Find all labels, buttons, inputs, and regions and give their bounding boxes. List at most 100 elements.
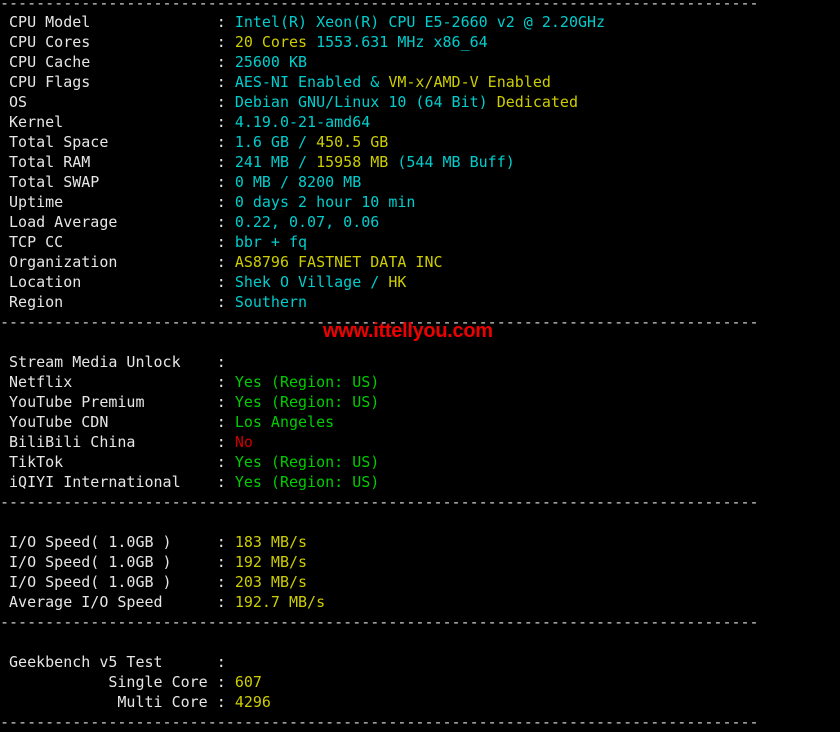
row-colon: : <box>207 213 235 231</box>
row-value: 183 MB/s <box>234 533 308 551</box>
row-label: TCP CC <box>0 233 208 251</box>
terminal-row: CPU Cores : 20 Cores 1553.631 MHz x86_64 <box>0 32 840 52</box>
row-label: I/O Speed( 1.0GB ) <box>0 533 208 551</box>
terminal-row: Region : Southern <box>0 292 840 312</box>
row-label: CPU Cores <box>0 33 208 51</box>
section-separator: ----------------------------------------… <box>0 613 759 631</box>
terminal-row: I/O Speed( 1.0GB ) : 183 MB/s <box>0 532 840 552</box>
row-value: 192 MB/s <box>234 553 308 571</box>
row-colon: : <box>207 73 235 91</box>
row-label: Total SWAP <box>0 173 208 191</box>
terminal-row: Kernel : 4.19.0-21-amd64 <box>0 112 840 132</box>
terminal-row: YouTube CDN : Los Angeles <box>0 412 840 432</box>
row-label: iQIYI International <box>0 473 208 491</box>
row-label: Average I/O Speed <box>0 593 208 611</box>
row-value: 241 MB <box>234 153 299 171</box>
row-label: Load Average <box>0 213 208 231</box>
row-label: Total Space <box>0 133 208 151</box>
row-value: 15958 MB <box>316 153 398 171</box>
terminal-row: Multi Core : 4296 <box>0 692 840 712</box>
row-label: Stream Media Unlock <box>0 353 208 371</box>
row-label: Total RAM <box>0 153 208 171</box>
row-colon: : <box>207 253 235 271</box>
row-value: 1553.631 MHz x86_64 <box>316 33 488 51</box>
row-colon: : <box>207 653 235 671</box>
terminal-row: Netflix : Yes (Region: US) <box>0 372 840 392</box>
row-colon: : <box>207 433 235 451</box>
terminal-row: Location : Shek O Village / HK <box>0 272 840 292</box>
row-colon: : <box>207 233 235 251</box>
section-separator: ----------------------------------------… <box>0 713 759 731</box>
row-value: Dedicated <box>496 93 578 111</box>
section-separator: ----------------------------------------… <box>0 493 759 511</box>
row-colon: : <box>207 113 235 131</box>
terminal-row: TikTok : Yes (Region: US) <box>0 452 840 472</box>
terminal-row: OS : Debian GNU/Linux 10 (64 Bit) Dedica… <box>0 92 840 112</box>
row-value: HK <box>388 273 407 291</box>
row-value: No <box>234 433 253 451</box>
row-value: Los Angeles <box>234 413 335 431</box>
terminal-row: Geekbench v5 Test : <box>0 652 840 672</box>
terminal-row: Stream Media Unlock : <box>0 352 840 372</box>
terminal-row: Total SWAP : 0 MB / 8200 MB <box>0 172 840 192</box>
terminal-row: I/O Speed( 1.0GB ) : 192 MB/s <box>0 552 840 572</box>
row-value: & <box>361 73 389 91</box>
row-colon: : <box>207 533 235 551</box>
row-value: 20 Cores <box>234 33 317 51</box>
terminal-row: Total RAM : 241 MB / 15958 MB (544 MB Bu… <box>0 152 840 172</box>
row-value: Debian GNU/Linux 10 (64 Bit) <box>234 93 497 111</box>
row-value: 25600 KB <box>234 53 308 71</box>
row-value: bbr + fq <box>234 233 308 251</box>
row-colon: : <box>207 133 235 151</box>
row-value: VM-x/AMD-V Enabled <box>388 73 551 91</box>
row-value: (544 MB Buff) <box>397 153 515 171</box>
row-value: 1.6 GB <box>234 133 299 151</box>
terminal-row: BiliBili China : No <box>0 432 840 452</box>
row-colon: : <box>207 473 235 491</box>
row-value: AES-NI Enabled <box>234 73 362 91</box>
row-label: OS <box>0 93 208 111</box>
row-label: BiliBili China <box>0 433 208 451</box>
row-colon: : <box>207 53 235 71</box>
terminal-row: Organization : AS8796 FASTNET DATA INC <box>0 252 840 272</box>
row-label: CPU Cache <box>0 53 208 71</box>
row-value: Yes (Region: US) <box>234 473 380 491</box>
row-value: Yes (Region: US) <box>234 393 380 411</box>
row-label: YouTube Premium <box>0 393 208 411</box>
row-colon: : <box>207 413 235 431</box>
row-value: 4.19.0-21-amd64 <box>234 113 371 131</box>
row-value: Yes (Region: US) <box>234 453 380 471</box>
row-label: I/O Speed( 1.0GB ) <box>0 553 208 571</box>
row-colon: : <box>207 93 235 111</box>
row-value: 607 <box>234 673 262 691</box>
terminal-row: iQIYI International : Yes (Region: US) <box>0 472 840 492</box>
row-value: / <box>298 153 317 171</box>
row-label: Organization <box>0 253 208 271</box>
row-colon: : <box>207 373 235 391</box>
terminal-row: CPU Cache : 25600 KB <box>0 52 840 72</box>
terminal-row: TCP CC : bbr + fq <box>0 232 840 252</box>
terminal-row: Total Space : 1.6 GB / 450.5 GB <box>0 132 840 152</box>
row-label: I/O Speed( 1.0GB ) <box>0 573 208 591</box>
row-colon: : <box>207 673 235 691</box>
row-label: Kernel <box>0 113 208 131</box>
row-colon: : <box>207 153 235 171</box>
row-label: YouTube CDN <box>0 413 208 431</box>
row-label: CPU Model <box>0 13 208 31</box>
terminal-row: Single Core : 607 <box>0 672 840 692</box>
row-value: Shek O Village / <box>234 273 389 291</box>
terminal-window: ----------------------------------------… <box>0 0 840 731</box>
terminal-row: CPU Flags : AES-NI Enabled & VM-x/AMD-V … <box>0 72 840 92</box>
row-value: 203 MB/s <box>234 573 308 591</box>
row-label: Region <box>0 293 208 311</box>
row-label: TikTok <box>0 453 208 471</box>
row-value: Southern <box>234 293 308 311</box>
row-colon: : <box>207 593 235 611</box>
row-colon: : <box>207 693 235 711</box>
row-label: Multi Core <box>0 693 208 711</box>
section-separator: ----------------------------------------… <box>0 0 759 12</box>
terminal-row: Load Average : 0.22, 0.07, 0.06 <box>0 212 840 232</box>
